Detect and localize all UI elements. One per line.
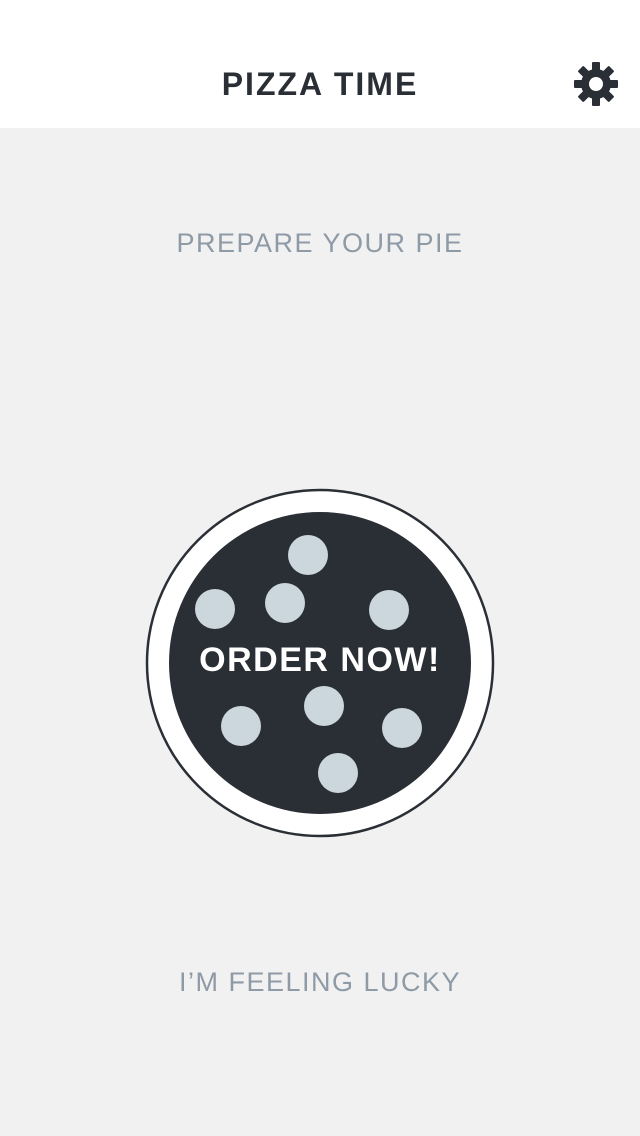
feeling-lucky-link[interactable]: I’M FEELING LUCKY: [0, 967, 640, 998]
topping: [288, 535, 328, 575]
app-title: PIZZA TIME: [221, 66, 419, 102]
topping: [195, 589, 235, 629]
topping: [382, 708, 422, 748]
topping: [221, 706, 261, 746]
prepare-your-pie-link[interactable]: PREPARE YOUR PIE: [0, 228, 640, 259]
settings-button[interactable]: [572, 60, 620, 108]
topping: [304, 686, 344, 726]
order-now-button[interactable]: ORDER NOW!: [145, 488, 495, 838]
order-now-label: ORDER NOW!: [199, 641, 441, 679]
topping: [265, 583, 305, 623]
topping: [369, 590, 409, 630]
gear-icon: [574, 62, 618, 106]
topping: [318, 753, 358, 793]
app-header: PIZZA TIME: [0, 0, 640, 128]
